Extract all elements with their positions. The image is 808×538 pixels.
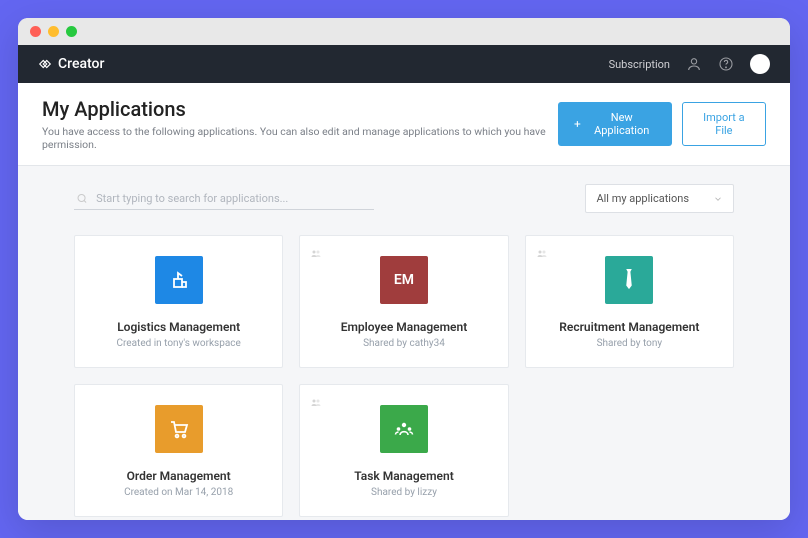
plus-icon	[573, 119, 582, 129]
app-title: Task Management	[354, 469, 453, 483]
subscription-link[interactable]: Subscription	[609, 58, 670, 71]
app-icon: EM	[380, 256, 428, 304]
user-icon[interactable]	[686, 56, 702, 72]
app-window: Creator Subscription My Applications You…	[18, 18, 790, 520]
brand[interactable]: Creator	[38, 56, 104, 72]
app-title: Recruitment Management	[559, 320, 699, 334]
app-title: Employee Management	[341, 320, 468, 334]
window-chrome	[18, 18, 790, 45]
chevron-down-icon	[713, 194, 723, 204]
new-application-button[interactable]: New Application	[558, 102, 672, 146]
avatar[interactable]	[750, 54, 770, 74]
app-icon	[380, 405, 428, 453]
filter-select[interactable]: All my applications	[585, 184, 734, 213]
nav-right: Subscription	[609, 54, 770, 74]
search-field[interactable]	[74, 188, 374, 210]
application-card[interactable]: EM Employee Management Shared by cathy34	[299, 235, 508, 368]
app-icon	[155, 405, 203, 453]
application-card[interactable]: Recruitment Management Shared by tony	[525, 235, 734, 368]
import-file-label: Import a File	[697, 111, 751, 137]
application-card[interactable]: Order Management Created on Mar 14, 2018	[74, 384, 283, 517]
filter-selected-label: All my applications	[596, 192, 689, 205]
new-application-label: New Application	[587, 111, 657, 137]
page-header: My Applications You have access to the f…	[18, 83, 790, 166]
window-zoom-dot[interactable]	[66, 26, 77, 37]
app-subtitle: Created on Mar 14, 2018	[124, 487, 233, 498]
app-subtitle: Shared by cathy34	[363, 338, 445, 349]
applications-grid: Logistics Management Created in tony's wo…	[74, 235, 734, 517]
app-subtitle: Shared by tony	[597, 338, 663, 349]
page-title: My Applications	[42, 97, 558, 121]
shared-icon	[536, 244, 548, 263]
application-card[interactable]: Logistics Management Created in tony's wo…	[74, 235, 283, 368]
shared-icon	[310, 393, 322, 412]
content-area: All my applications Logistics Management…	[18, 166, 790, 520]
search-input[interactable]	[96, 192, 372, 205]
toolbar: All my applications	[74, 184, 734, 213]
shared-icon	[310, 244, 322, 263]
brand-logo-icon	[38, 57, 52, 71]
app-title: Logistics Management	[117, 320, 240, 334]
page-header-text: My Applications You have access to the f…	[42, 97, 558, 151]
brand-label: Creator	[58, 56, 104, 72]
search-icon	[76, 192, 88, 205]
header-actions: New Application Import a File	[558, 102, 766, 146]
application-card[interactable]: Task Management Shared by lizzy	[299, 384, 508, 517]
help-icon[interactable]	[718, 56, 734, 72]
app-subtitle: Shared by lizzy	[371, 487, 437, 498]
window-minimize-dot[interactable]	[48, 26, 59, 37]
import-file-button[interactable]: Import a File	[682, 102, 766, 146]
app-subtitle: Created in tony's workspace	[117, 338, 241, 349]
window-close-dot[interactable]	[30, 26, 41, 37]
app-icon	[155, 256, 203, 304]
app-icon	[605, 256, 653, 304]
page-subtitle: You have access to the following applica…	[42, 125, 558, 151]
top-nav: Creator Subscription	[18, 45, 790, 83]
app-title: Order Management	[127, 469, 231, 483]
